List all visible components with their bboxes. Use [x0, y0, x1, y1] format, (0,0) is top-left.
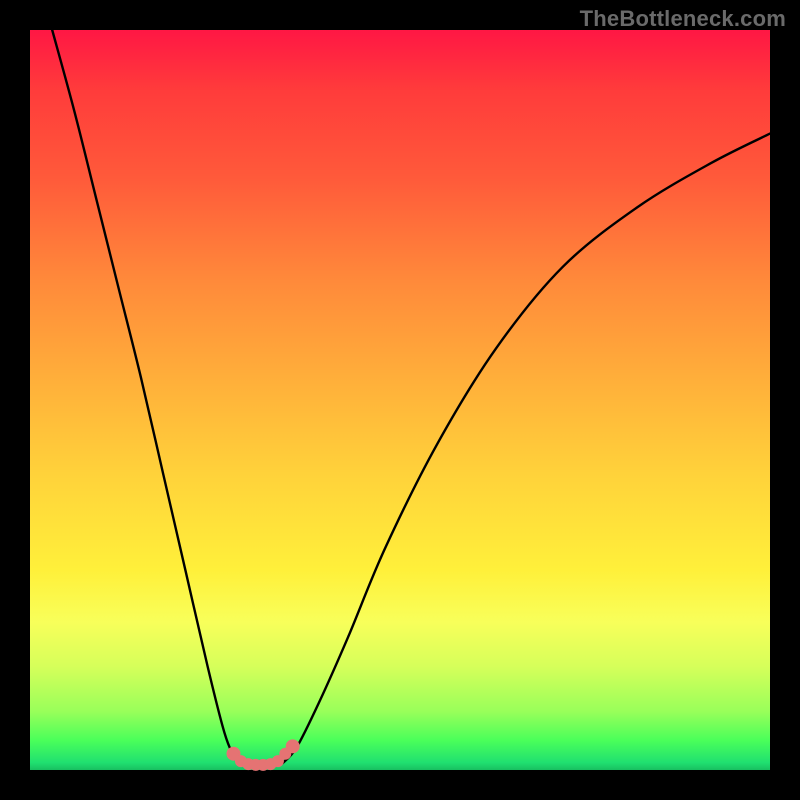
chart-svg	[30, 30, 770, 770]
watermark-text: TheBottleneck.com	[580, 6, 786, 32]
valley-markers	[227, 739, 300, 771]
curve-left	[52, 30, 244, 764]
curve-right	[282, 134, 770, 764]
valley-marker-dot	[286, 739, 300, 753]
chart-frame: TheBottleneck.com	[0, 0, 800, 800]
plot-area	[30, 30, 770, 770]
